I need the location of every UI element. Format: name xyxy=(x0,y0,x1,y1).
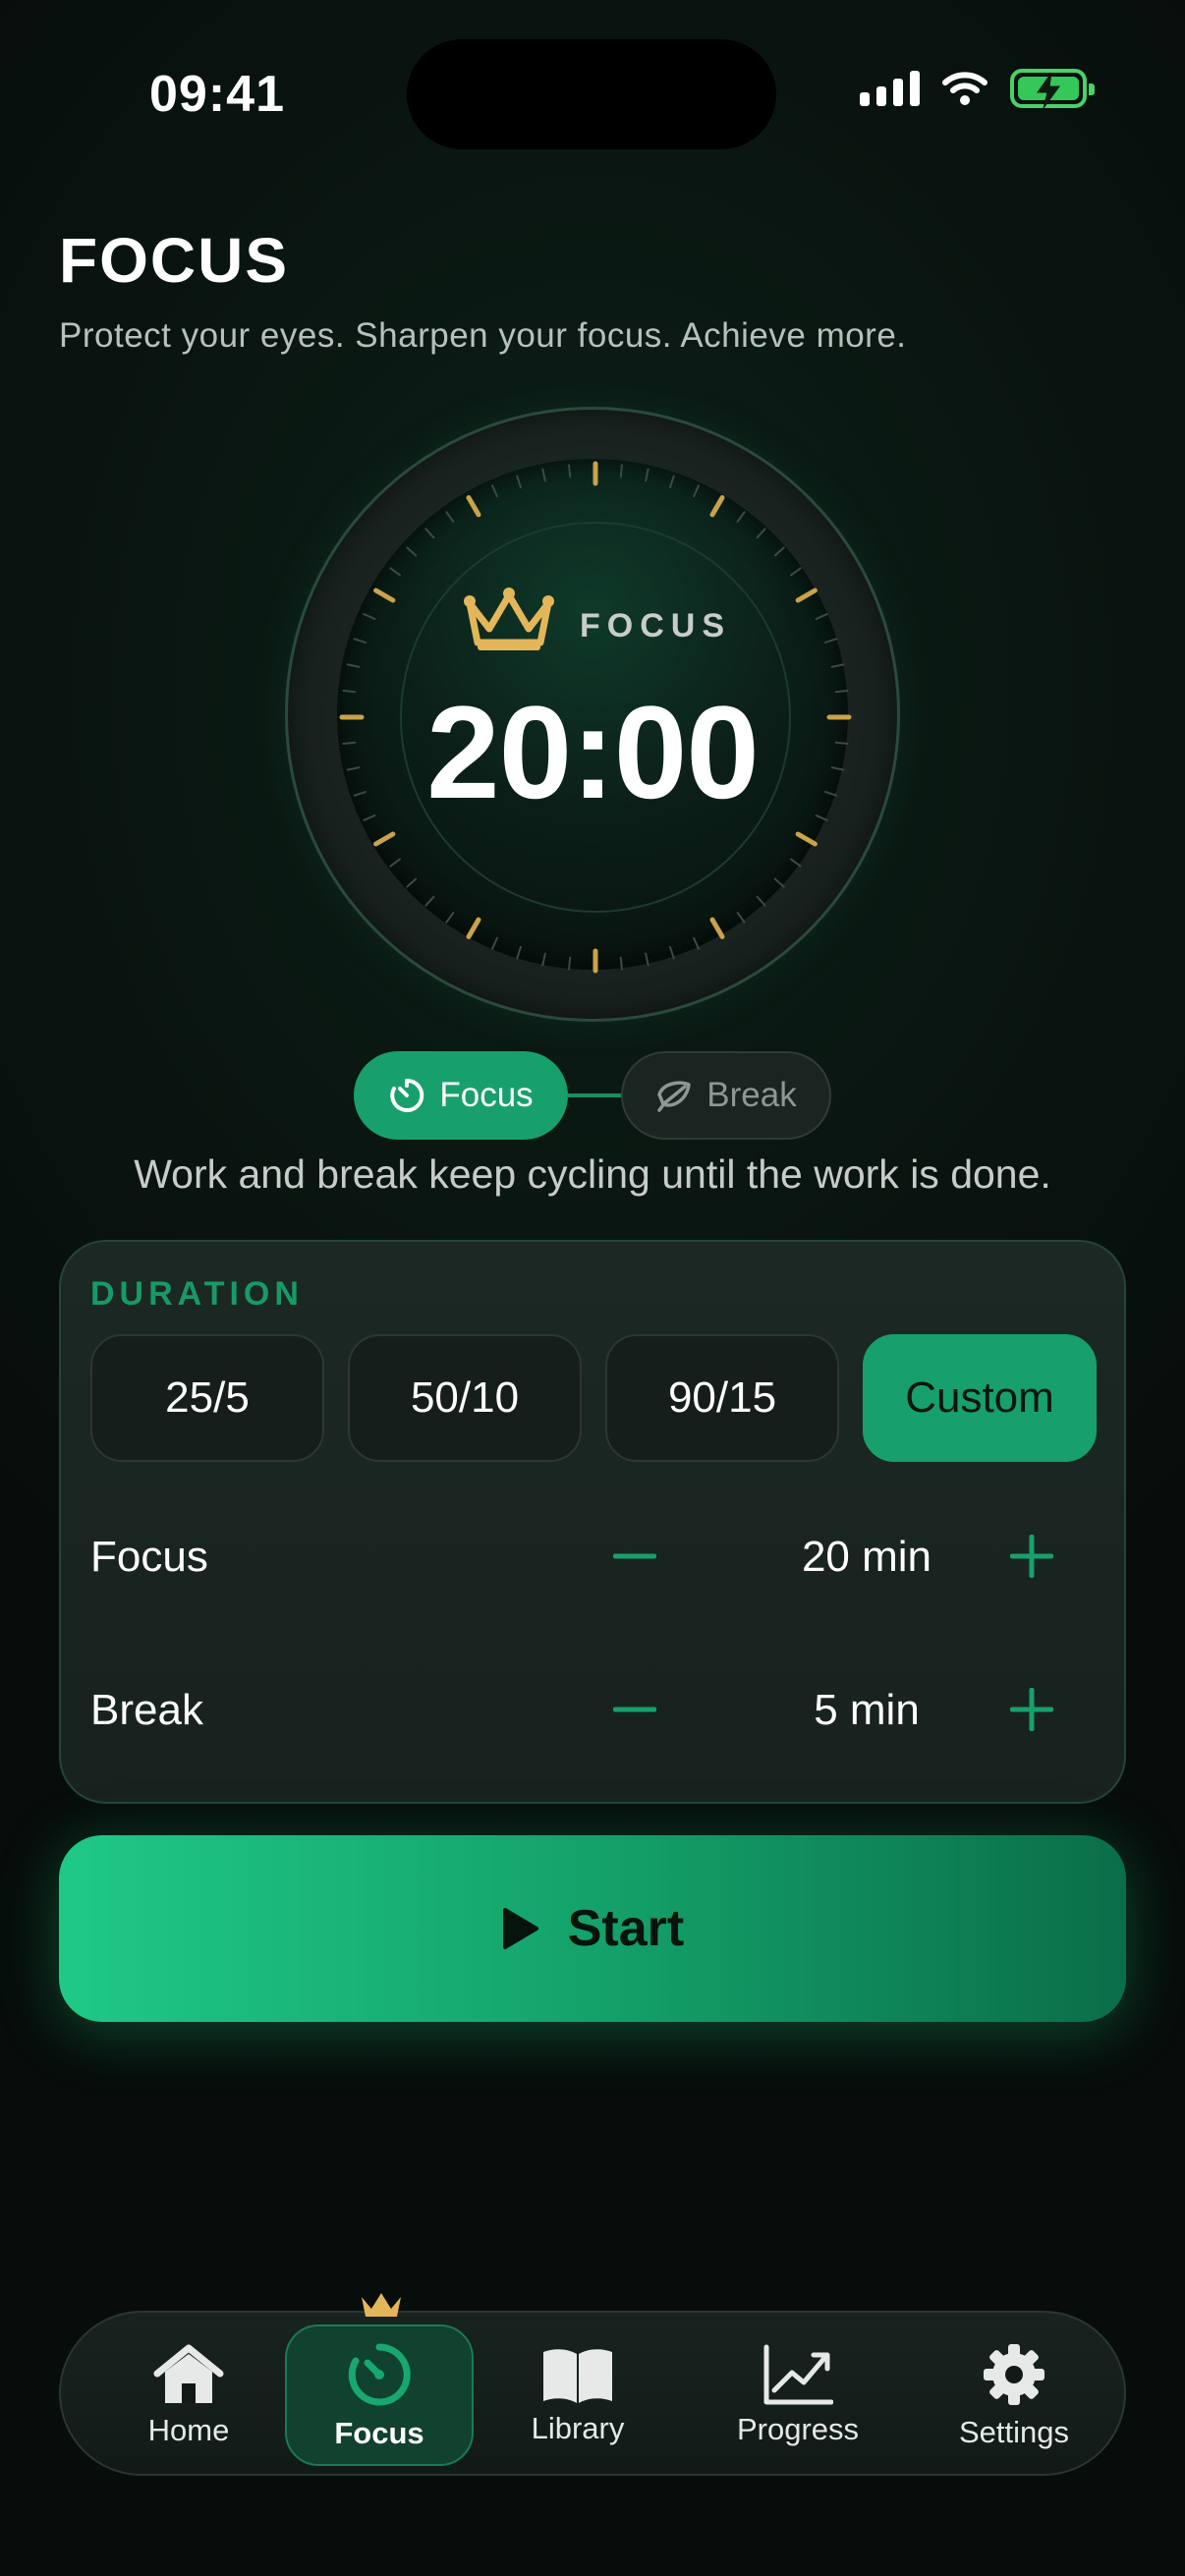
focus-increase-button[interactable] xyxy=(1004,1529,1059,1584)
tab-bar: Home Focus Library Progress Settings xyxy=(59,2293,1126,2478)
plus-icon xyxy=(1010,1688,1053,1731)
tab-settings[interactable]: Settings xyxy=(916,2313,1112,2478)
break-duration-label: Break xyxy=(90,1686,203,1734)
mode-focus-label: Focus xyxy=(439,1076,534,1114)
duration-presets: 25/5 50/10 90/15 Custom xyxy=(90,1334,1097,1462)
plus-icon xyxy=(1010,1535,1053,1578)
battery-icon xyxy=(1010,69,1095,109)
mode-connector xyxy=(568,1093,627,1097)
cellular-signal-icon xyxy=(860,71,920,106)
crown-icon xyxy=(464,588,554,650)
tab-settings-label: Settings xyxy=(958,2415,1069,2449)
start-button[interactable]: Start xyxy=(59,1835,1126,2022)
tab-focus[interactable]: Focus xyxy=(285,2324,474,2466)
leaf-icon xyxy=(657,1081,692,1112)
page-subtitle: Protect your eyes. Sharpen your focus. A… xyxy=(59,316,907,355)
focus-duration-label: Focus xyxy=(90,1533,208,1581)
mode-focus-button[interactable]: Focus xyxy=(354,1051,568,1140)
mode-break-label: Break xyxy=(706,1076,797,1114)
preset-50-10-button[interactable]: 50/10 xyxy=(348,1334,582,1462)
mode-break-button[interactable]: Break xyxy=(621,1051,831,1140)
break-decrease-button[interactable] xyxy=(607,1682,662,1737)
home-icon xyxy=(153,2344,224,2403)
duration-label: DURATION xyxy=(90,1275,304,1313)
start-button-label: Start xyxy=(567,1900,685,1957)
minus-icon xyxy=(613,1553,656,1559)
play-icon xyxy=(502,1908,538,1949)
wifi-icon xyxy=(942,72,988,105)
preset-25-5-button[interactable]: 25/5 xyxy=(90,1334,324,1462)
cycle-description: Work and break keep cycling until the wo… xyxy=(134,1151,1051,1197)
preset-custom-button[interactable]: Custom xyxy=(863,1334,1097,1462)
dial-mode-label: FOCUS xyxy=(580,607,731,644)
status-icons xyxy=(860,69,1095,109)
book-icon xyxy=(543,2349,612,2403)
chart-icon xyxy=(763,2344,833,2405)
status-time: 09:41 xyxy=(149,66,285,123)
tab-progress-label: Progress xyxy=(736,2412,860,2446)
tab-home-label: Home xyxy=(147,2413,230,2447)
preset-90-15-button[interactable]: 90/15 xyxy=(605,1334,839,1462)
tab-library[interactable]: Library xyxy=(499,2313,656,2478)
timer-icon xyxy=(390,1078,424,1112)
page-title: FOCUS xyxy=(59,225,289,296)
timer-icon xyxy=(348,2343,411,2406)
focus-decrease-button[interactable] xyxy=(607,1529,662,1584)
tab-progress[interactable]: Progress xyxy=(709,2313,886,2478)
break-duration-value: 5 min xyxy=(814,1686,920,1734)
timer-display: 20:00 xyxy=(426,680,760,826)
gear-icon xyxy=(984,2344,1044,2405)
tab-focus-label: Focus xyxy=(334,2416,424,2450)
tab-home[interactable]: Home xyxy=(100,2313,277,2478)
duration-card: DURATION 25/5 50/10 90/15 Custom Focus 2… xyxy=(59,1240,1126,1804)
break-increase-button[interactable] xyxy=(1004,1682,1059,1737)
dynamic-island xyxy=(407,39,776,149)
tab-library-label: Library xyxy=(531,2411,625,2445)
crown-icon xyxy=(362,2293,401,2317)
minus-icon xyxy=(613,1707,656,1712)
focus-duration-value: 20 min xyxy=(801,1533,932,1581)
